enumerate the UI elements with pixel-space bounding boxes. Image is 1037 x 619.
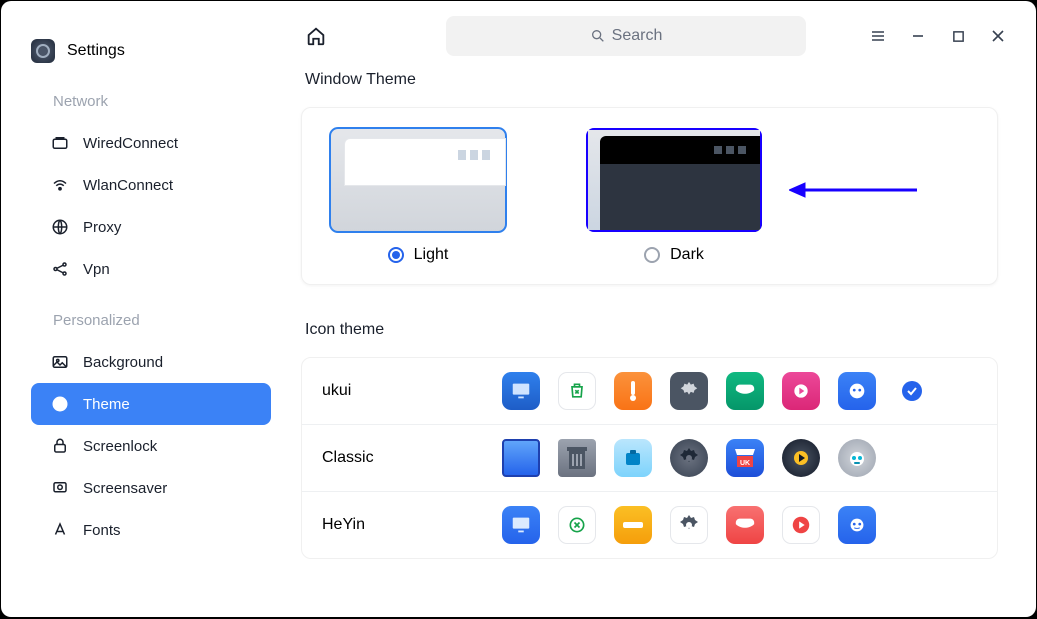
wifi-icon [51, 176, 69, 194]
icon-theme-label: HeYin [322, 516, 492, 534]
light-theme-radio-row: Light [388, 246, 449, 264]
monitor-icon [502, 506, 540, 544]
play-icon [782, 372, 820, 410]
window-controls [870, 28, 1006, 44]
main-panel: Search Window Theme Light [281, 1, 1036, 617]
sidebar-item-screenlock[interactable]: Screenlock [31, 425, 271, 467]
nav-label: Fonts [83, 522, 121, 539]
nav-label: WlanConnect [83, 177, 173, 194]
store-icon: UK [726, 439, 764, 477]
window-theme-card: Light Dark [301, 107, 998, 285]
thermometer-icon [614, 372, 652, 410]
theme-option-light[interactable]: Light [330, 128, 506, 264]
image-icon [51, 353, 69, 371]
nav-label: Theme [83, 396, 130, 413]
bag-icon [726, 372, 764, 410]
light-theme-preview [330, 128, 506, 232]
window-theme-title: Window Theme [305, 71, 998, 89]
nav-label: Background [83, 354, 163, 371]
search-input[interactable]: Search [446, 16, 806, 56]
robot-icon [838, 506, 876, 544]
icon-theme-section: Icon theme ukui [301, 321, 998, 559]
archive-icon [614, 439, 652, 477]
palette-icon [51, 395, 69, 413]
monitor-icon [502, 439, 540, 477]
icon-theme-label: Classic [322, 449, 492, 467]
icon-preview-set: UK [502, 439, 876, 477]
app-title: Settings [31, 39, 271, 63]
dark-theme-preview [586, 128, 762, 232]
trash-icon [558, 439, 596, 477]
search-icon [590, 28, 606, 44]
nav-label: Vpn [83, 261, 110, 278]
sidebar-item-fonts[interactable]: Fonts [31, 509, 271, 551]
icon-theme-row-heyin[interactable]: HeYin [302, 492, 997, 558]
icon-preview-set [502, 372, 922, 410]
trash-icon [558, 372, 596, 410]
search-placeholder: Search [612, 27, 663, 45]
content-pane[interactable]: Window Theme Light [281, 71, 1036, 611]
radio-unchecked-icon [644, 247, 660, 263]
robot-icon [838, 372, 876, 410]
sidebar-section-personalized: Personalized [53, 312, 271, 329]
monitor-icon [502, 372, 540, 410]
icon-theme-label: ukui [322, 382, 492, 400]
settings-app-icon [31, 39, 55, 63]
sidebar-item-background[interactable]: Background [31, 341, 271, 383]
robot-icon [838, 439, 876, 477]
icon-theme-row-classic[interactable]: Classic UK [302, 425, 997, 492]
ethernet-icon [51, 134, 69, 152]
nav-label: Proxy [83, 219, 121, 236]
light-theme-label: Light [414, 246, 449, 264]
theme-option-dark[interactable]: Dark [586, 128, 762, 264]
icon-theme-row-ukui[interactable]: ukui [302, 358, 997, 425]
sidebar-item-proxy[interactable]: Proxy [31, 206, 271, 248]
nav-label: Screensaver [83, 480, 167, 497]
play-icon [782, 439, 820, 477]
sidebar: Settings Network WiredConnect WlanConnec… [1, 1, 281, 617]
radio-checked-icon [388, 247, 404, 263]
sidebar-section-network: Network [53, 93, 271, 110]
gear-icon [670, 439, 708, 477]
trash-icon [558, 506, 596, 544]
bag-icon [726, 506, 764, 544]
settings-window: Settings Network WiredConnect WlanConnec… [1, 1, 1036, 617]
play-icon [782, 506, 820, 544]
home-icon [305, 25, 327, 47]
card-icon [614, 506, 652, 544]
check-icon [902, 381, 922, 401]
topbar: Search [281, 1, 1036, 71]
gear-icon [670, 506, 708, 544]
icon-preview-set [502, 506, 876, 544]
nav-label: Screenlock [83, 438, 157, 455]
app-title-label: Settings [67, 42, 125, 60]
lock-icon [51, 437, 69, 455]
globe-icon [51, 218, 69, 236]
sidebar-item-screensaver[interactable]: Screensaver [31, 467, 271, 509]
menu-button[interactable] [870, 28, 886, 44]
screensaver-icon [51, 479, 69, 497]
sidebar-item-vpn[interactable]: Vpn [31, 248, 271, 290]
minimize-button[interactable] [910, 28, 926, 44]
maximize-button[interactable] [950, 28, 966, 44]
font-icon [51, 521, 69, 539]
nav-label: WiredConnect [83, 135, 178, 152]
home-button[interactable] [301, 21, 331, 51]
sidebar-item-wlanconnect[interactable]: WlanConnect [31, 164, 271, 206]
close-button[interactable] [990, 28, 1006, 44]
share-icon [51, 260, 69, 278]
gear-icon [670, 372, 708, 410]
dark-theme-label: Dark [670, 246, 704, 264]
dark-theme-radio-row: Dark [644, 246, 704, 264]
svg-text:UK: UK [740, 460, 750, 467]
icon-theme-card: ukui Classic [301, 357, 998, 559]
sidebar-item-wiredconnect[interactable]: WiredConnect [31, 122, 271, 164]
icon-theme-title: Icon theme [305, 321, 998, 339]
sidebar-item-theme[interactable]: Theme [31, 383, 271, 425]
